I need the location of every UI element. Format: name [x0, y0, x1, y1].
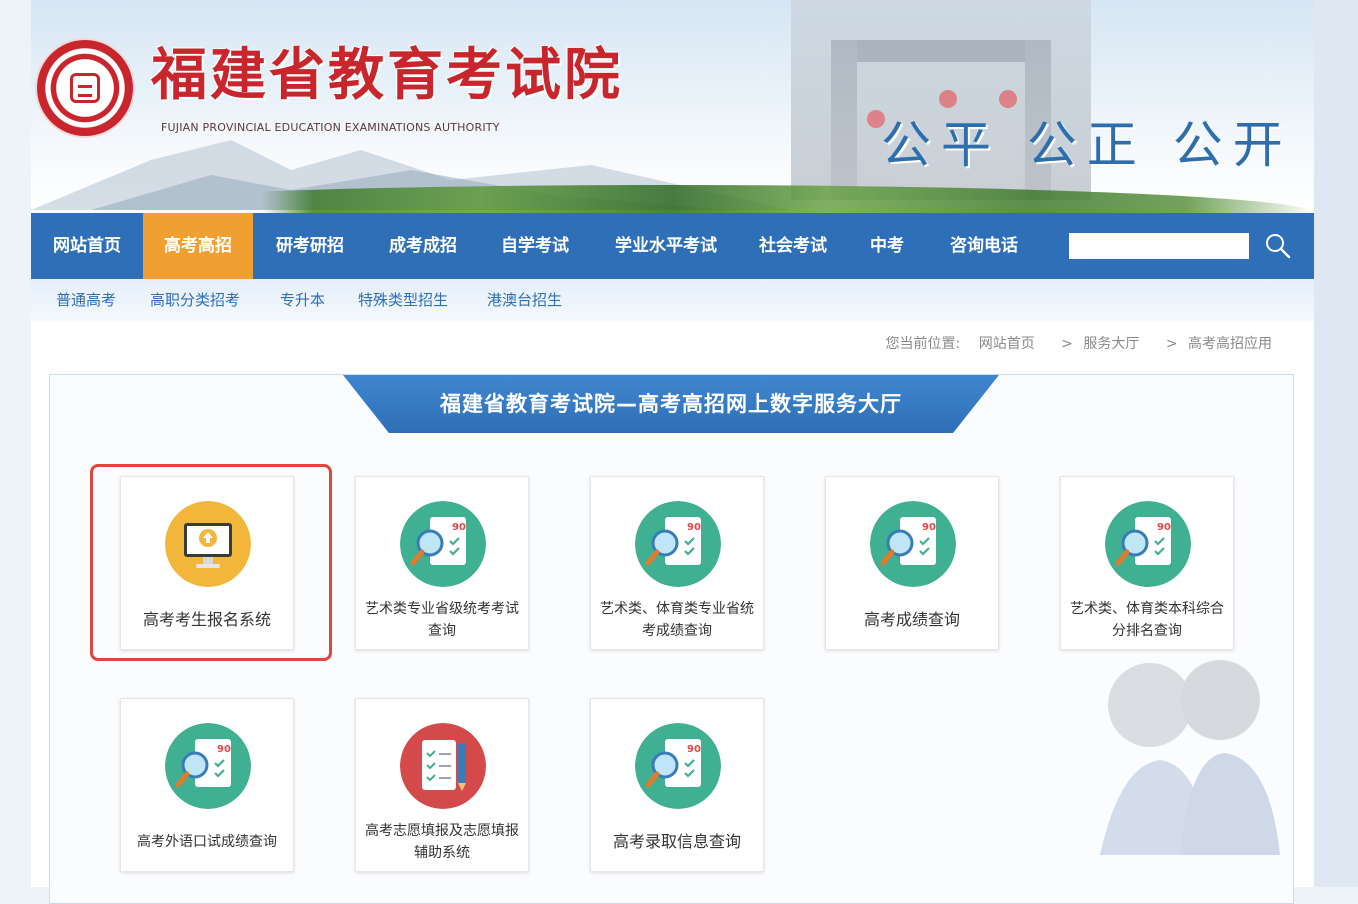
- nav-item-gaokao[interactable]: 高考高招: [143, 213, 253, 279]
- form-pencil-icon: [400, 723, 486, 809]
- score-search-icon: 90: [635, 501, 721, 587]
- search-input[interactable]: [1069, 233, 1249, 259]
- site-title: 福建省教育考试院: [151, 43, 623, 108]
- svg-text:90: 90: [452, 522, 466, 533]
- service-card-label: 高考志愿填报及志愿填报辅助系统: [365, 823, 519, 861]
- nav-item-zhongkao[interactable]: 中考: [845, 213, 929, 279]
- service-card-art-sports-ranking-query[interactable]: 90 艺术类、体育类本科综合分排名查询: [1060, 476, 1234, 650]
- header-banner: 福建省教育考试院 FUJIAN PROVINCIAL EDUCATION EXA…: [31, 0, 1314, 213]
- service-card-admission-query[interactable]: 90 高考录取信息查询: [590, 698, 764, 872]
- service-card-label: 高考录取信息查询: [612, 832, 741, 851]
- score-search-icon: 90: [165, 723, 251, 809]
- breadcrumb-service-hall[interactable]: 服务大厅: [1083, 336, 1139, 352]
- search-icon[interactable]: [1265, 233, 1291, 259]
- monitor-upload-icon: [165, 501, 251, 587]
- svg-text:90: 90: [687, 522, 701, 533]
- hall-title: 福建省教育考试院—高考高招网上数字服务大厅: [343, 375, 999, 433]
- site-subtitle: FUJIAN PROVINCIAL EDUCATION EXAMINATIONS…: [161, 121, 500, 134]
- service-card-art-exam-query[interactable]: 90 艺术类专业省级统考考试查询: [355, 476, 529, 650]
- subnav-item-hkmt[interactable]: 港澳台招生: [487, 289, 562, 310]
- authority-logo[interactable]: [37, 40, 133, 136]
- svg-text:90: 90: [217, 744, 231, 755]
- service-card-label: 艺术类专业省级统考考试查询: [365, 601, 519, 639]
- page-container: 福建省教育考试院 FUJIAN PROVINCIAL EDUCATION EXA…: [31, 0, 1314, 904]
- service-card-gaokao-score-query[interactable]: 90 高考成绩查询: [825, 476, 999, 650]
- page-right-background: [1314, 0, 1358, 887]
- svg-text:90: 90: [922, 522, 936, 533]
- nav-item-adult[interactable]: 成考成招: [367, 213, 479, 279]
- subnav-item-vocational[interactable]: 高职分类招考: [150, 289, 240, 310]
- breadcrumb: 您当前位置: 网站首页 > 服务大厅 > 高考高招应用: [880, 333, 1272, 353]
- slogan: 公平 公正 公开: [881, 116, 1293, 174]
- nav-item-self-study[interactable]: 自学考试: [479, 213, 591, 279]
- breadcrumb-current[interactable]: 高考高招应用: [1188, 336, 1272, 352]
- score-search-icon: 90: [1105, 501, 1191, 587]
- score-search-icon: 90: [870, 501, 956, 587]
- service-card-registration[interactable]: 高考考生报名系统: [120, 476, 294, 650]
- nav-item-hotline[interactable]: 咨询电话: [929, 213, 1039, 279]
- service-card-art-sports-score-query[interactable]: 90 艺术类、体育类专业省统考成绩查询: [590, 476, 764, 650]
- service-card-label: 艺术类、体育类专业省统考成绩查询: [600, 601, 754, 639]
- breadcrumb-separator: >: [1165, 336, 1178, 352]
- service-card-volunteer-application[interactable]: 高考志愿填报及志愿填报辅助系统: [355, 698, 529, 872]
- customer-service-illustration: [1100, 660, 1280, 855]
- breadcrumb-prefix: 您当前位置:: [885, 336, 961, 352]
- breadcrumb-separator: >: [1061, 336, 1073, 352]
- subnav-item-special[interactable]: 特殊类型招生: [358, 289, 448, 310]
- service-hall-panel: 福建省教育考试院—高考高招网上数字服务大厅 高考考生报名系统 90 艺术类专业省…: [49, 374, 1294, 904]
- service-card-label: 高考外语口试成绩查询: [137, 834, 277, 850]
- subnav-item-upgrade[interactable]: 专升本: [280, 289, 325, 310]
- service-card-oral-exam-score-query[interactable]: 90 高考外语口试成绩查询: [120, 698, 294, 872]
- breadcrumb-home[interactable]: 网站首页: [979, 336, 1035, 352]
- score-search-icon: 90: [400, 501, 486, 587]
- nav-item-social[interactable]: 社会考试: [741, 213, 845, 279]
- svg-text:90: 90: [1157, 522, 1171, 533]
- nav-item-home[interactable]: 网站首页: [31, 213, 143, 279]
- service-card-label: 高考考生报名系统: [142, 610, 271, 629]
- svg-text:90: 90: [687, 744, 701, 755]
- sub-nav: 普通高考 高职分类招考 专升本 特殊类型招生 港澳台招生: [31, 279, 1314, 321]
- main-nav: 网站首页 高考高招 研考研招 成考成招 自学考试 学业水平考试 社会考试 中考 …: [31, 213, 1314, 279]
- subnav-item-general[interactable]: 普通高考: [56, 289, 116, 310]
- score-search-icon: 90: [635, 723, 721, 809]
- nav-item-graduate[interactable]: 研考研招: [253, 213, 367, 279]
- service-card-label: 艺术类、体育类本科综合分排名查询: [1070, 601, 1224, 639]
- service-card-label: 高考成绩查询: [863, 610, 960, 629]
- nav-item-academic-level[interactable]: 学业水平考试: [591, 213, 741, 279]
